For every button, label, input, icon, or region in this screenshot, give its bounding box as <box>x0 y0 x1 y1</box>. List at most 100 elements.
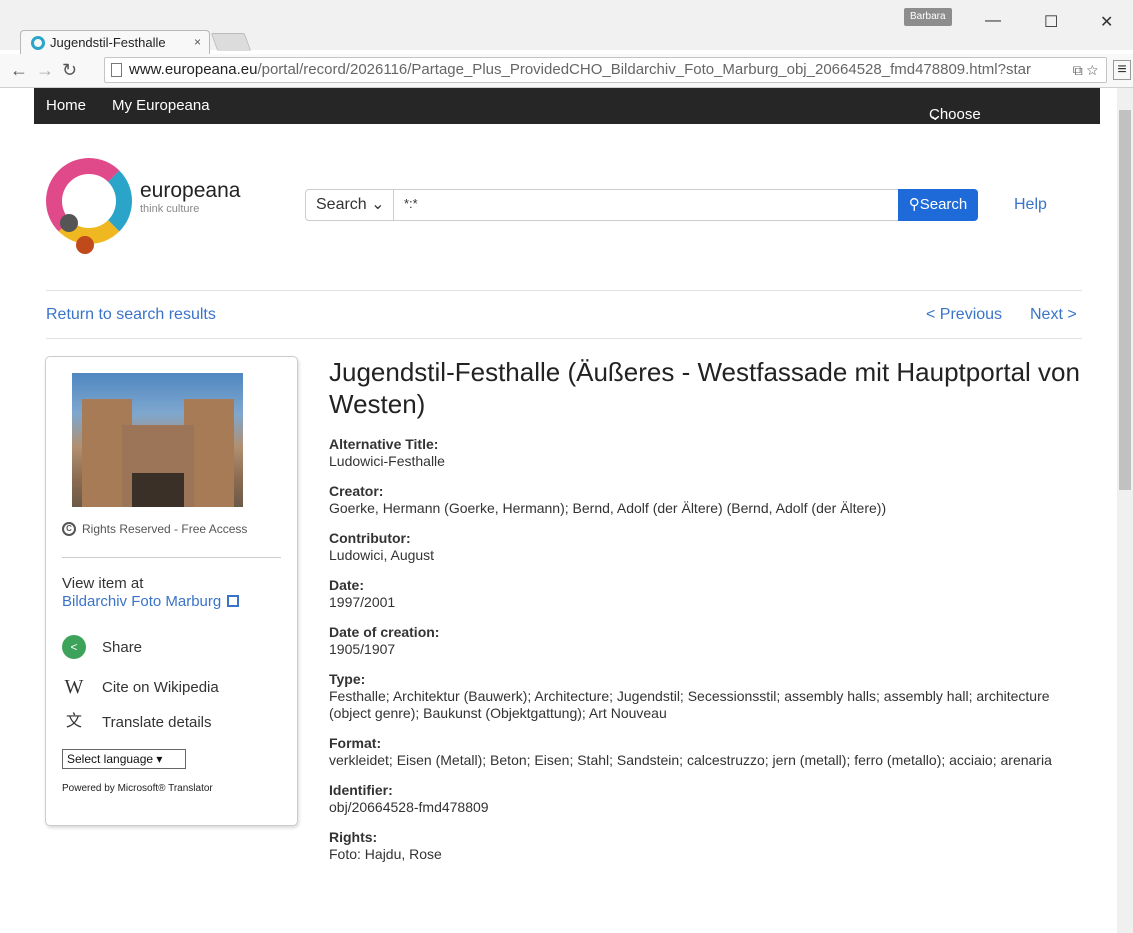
field-value: 1997/2001 <box>329 594 396 610</box>
field-format: Format: verkleidet; Eisen (Metall); Beto… <box>329 735 1089 769</box>
view-item-at: View item at Bildarchiv Foto Marburg <box>62 575 240 611</box>
field-contributor: Contributor: Ludowici, August <box>329 530 1089 564</box>
new-tab-button[interactable] <box>210 33 252 51</box>
rights-label: Rights Reserved - Free Access <box>82 522 248 536</box>
share-label: Share <box>102 638 143 656</box>
field-date-of-creation: Date of creation: 1905/1907 <box>329 624 1089 658</box>
field-value: 1905/1907 <box>329 641 396 657</box>
window-close-icon[interactable]: ✕ <box>1100 12 1113 32</box>
field-label: Alternative Title: <box>329 436 439 452</box>
europeana-logo[interactable] <box>46 158 136 262</box>
field-identifier: Identifier: obj/20664528-fmd478809 <box>329 782 1089 816</box>
translate-star-icons[interactable]: ⧉ ☆ <box>1073 58 1098 82</box>
field-label: Contributor: <box>329 530 411 546</box>
copyright-icon: C <box>62 522 76 536</box>
chevron-down-icon: ⌄ <box>929 107 942 124</box>
view-item-label: View item at <box>62 575 144 592</box>
item-thumbnail[interactable] <box>72 373 243 507</box>
divider <box>62 557 281 558</box>
share-button[interactable]: < Share <box>62 635 142 659</box>
language-select[interactable]: Select language ▾ <box>62 749 186 769</box>
minimize-icon[interactable]: — <box>985 12 1001 30</box>
next-link[interactable]: Next > <box>1030 306 1077 324</box>
top-navbar: Home My Europeana Choose a language ⌄ <box>34 88 1100 157</box>
translate-details-button[interactable]: 文 Translate details <box>62 710 212 734</box>
share-icon: < <box>62 635 86 659</box>
rights-statement[interactable]: C Rights Reserved - Free Access <box>62 522 247 536</box>
field-label: Date: <box>329 577 365 593</box>
logo-dot <box>60 214 78 232</box>
field-value: obj/20664528-fmd478809 <box>329 799 489 815</box>
return-to-results-link[interactable]: Return to search results <box>46 306 216 324</box>
wikipedia-icon: W <box>64 676 84 698</box>
brand-name: europeana <box>140 179 241 202</box>
address-bar[interactable]: www.europeana.eu/portal/record/2026116/P… <box>104 57 1107 83</box>
logo-dot <box>76 236 94 254</box>
field-date: Date: 1997/2001 <box>329 577 1089 611</box>
profile-badge[interactable]: Barbara <box>904 8 952 26</box>
europeana-favicon-icon <box>31 35 45 50</box>
provider-link[interactable]: Bildarchiv Foto Marburg <box>62 593 240 611</box>
language-select-label: Select language <box>67 752 154 766</box>
field-value: Ludowici-Festhalle <box>329 453 445 469</box>
search-button-label: Search <box>919 196 968 213</box>
translate-label: Translate details <box>102 713 212 731</box>
previous-link[interactable]: < Previous <box>926 306 1002 324</box>
title-bar: Jugendstil-Festhalle × Barbara — ☐ ✕ <box>0 0 1133 54</box>
reload-icon[interactable]: ↻ <box>62 60 77 81</box>
search-button[interactable]: ⚲Search <box>898 189 978 221</box>
page-icon <box>111 63 122 77</box>
logo-ring <box>46 158 132 244</box>
search-icon: ⚲ <box>908 196 920 213</box>
tab-title: Jugendstil-Festhalle <box>50 35 166 50</box>
nav-home[interactable]: Home <box>46 97 86 114</box>
scrollbar-thumb[interactable] <box>1119 110 1131 490</box>
item-sidebar: C Rights Reserved - Free Access View ite… <box>45 356 298 826</box>
translate-icon: 文 <box>65 713 82 730</box>
nav-my-europeana[interactable]: My Europeana <box>112 97 210 114</box>
field-type: Type: Festhalle; Architektur (Bauwerk); … <box>329 671 1089 722</box>
field-value[interactable]: Ludowici, August <box>329 547 1089 564</box>
field-label: Identifier: <box>329 782 393 798</box>
field-value[interactable]: Festhalle; Architektur (Bauwerk); Archit… <box>329 688 1089 722</box>
divider <box>46 290 1082 291</box>
page-viewport: Home My Europeana Choose a language ⌄ eu… <box>0 88 1100 933</box>
browser-menu-icon[interactable]: ≡ <box>1113 60 1131 80</box>
back-arrow-icon[interactable]: ← <box>10 60 28 81</box>
provider-name: Bildarchiv Foto Marburg <box>62 593 222 610</box>
field-label: Format: <box>329 735 382 751</box>
field-alternative-title: Alternative Title: Ludowici-Festhalle <box>329 436 1089 470</box>
divider <box>46 338 1082 339</box>
search-mode-label: Search <box>316 196 367 213</box>
help-link[interactable]: Help <box>1014 196 1047 214</box>
cite-label: Cite on Wikipedia <box>102 678 219 696</box>
search-input[interactable]: *:* <box>404 196 418 211</box>
field-creator: Creator: Goerke, Hermann (Goerke, Herman… <box>329 483 1089 517</box>
cite-wikipedia-button[interactable]: W Cite on Wikipedia <box>62 675 219 699</box>
field-value[interactable]: verkleidet; Eisen (Metall); Beton; Eisen… <box>329 752 1089 769</box>
chevron-down-icon: ⌄ <box>371 196 385 213</box>
field-label: Date of creation: <box>329 624 440 640</box>
search-box: Search ⌄ *:* ⚲Search <box>305 189 978 221</box>
field-label: Rights: <box>329 829 378 845</box>
maximize-icon[interactable]: ☐ <box>1044 12 1058 32</box>
thumbnail-portal <box>132 473 184 507</box>
record-details: Jugendstil-Festhalle (Äußeres - Westfass… <box>329 356 1089 876</box>
browser-tab[interactable]: Jugendstil-Festhalle × <box>20 30 210 54</box>
search-mode-select[interactable]: Search ⌄ <box>306 190 394 220</box>
powered-by: Powered by Microsoft® Translator <box>62 783 213 794</box>
external-link-icon <box>227 595 240 607</box>
tab-close-icon[interactable]: × <box>194 35 201 49</box>
field-label: Creator: <box>329 483 384 499</box>
forward-arrow-icon[interactable]: → <box>36 60 54 81</box>
browser-toolbar: ← → ↻ www.europeana.eu/portal/record/202… <box>0 54 1133 88</box>
field-label: Type: <box>329 671 366 687</box>
field-value: Foto: Hajdu, Rose <box>329 846 442 862</box>
url-path: /portal/record/2026116/Partage_Plus_Prov… <box>257 61 1031 78</box>
url-host: www.europeana.eu <box>129 61 258 78</box>
brand-tagline: think culture <box>140 203 200 215</box>
field-value[interactable]: Goerke, Hermann (Goerke, Hermann); Bernd… <box>329 500 1089 517</box>
field-rights: Rights: Foto: Hajdu, Rose <box>329 829 1089 863</box>
brand-text: europeana think culture <box>140 180 240 216</box>
record-title: Jugendstil-Festhalle (Äußeres - Westfass… <box>329 357 1080 419</box>
